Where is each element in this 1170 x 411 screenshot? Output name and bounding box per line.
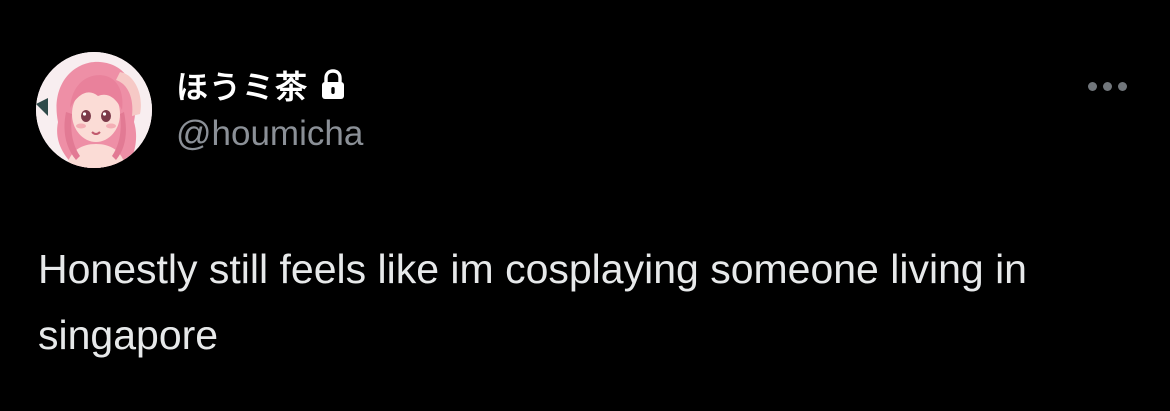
name-row: ほうミ茶 <box>176 62 363 108</box>
menu-dot <box>1087 81 1097 91</box>
menu-dot <box>1102 81 1112 91</box>
display-name[interactable]: ほうミ茶 <box>176 62 308 108</box>
avatar[interactable] <box>36 52 152 168</box>
user-handle[interactable]: @houmicha <box>176 114 363 154</box>
more-horizontal-icon[interactable] <box>1082 72 1132 100</box>
tweet-text: Honestly still feels like im cosplaying … <box>38 246 1027 358</box>
tweet-header: ほうミ茶 @houmicha <box>176 62 363 154</box>
menu-dot <box>1117 81 1127 91</box>
avatar-illustration <box>36 52 152 168</box>
tweet-card: ほうミ茶 @houmicha Honestly still feels like… <box>0 0 1170 411</box>
lock-icon <box>320 69 346 101</box>
